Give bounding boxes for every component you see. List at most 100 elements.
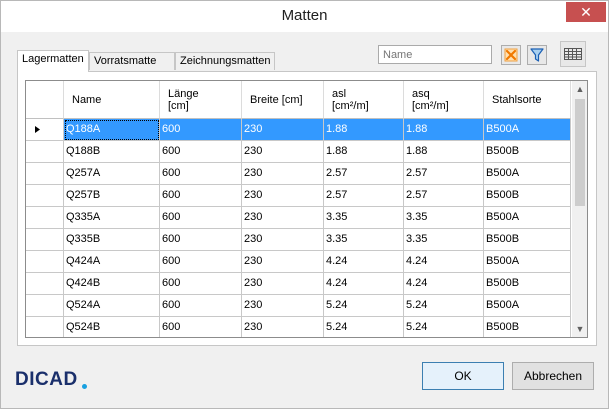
cell-stahlsorte[interactable]: B500A: [484, 295, 571, 317]
table-row[interactable]: Q424A 600 230 4.24 4.24 B500A: [26, 251, 571, 273]
cell-name[interactable]: Q257B: [64, 185, 160, 207]
cell-stahlsorte[interactable]: B500B: [484, 317, 571, 337]
cell-laenge[interactable]: 600: [160, 141, 242, 163]
cell-laenge[interactable]: 600: [160, 119, 242, 141]
table-row[interactable]: Q335A 600 230 3.35 3.35 B500A: [26, 207, 571, 229]
cell-breite[interactable]: 230: [242, 163, 324, 185]
table-row[interactable]: Q188A 600 230 1.88 1.88 B500A: [26, 119, 571, 141]
cell-asq[interactable]: 5.24: [404, 317, 484, 337]
cell-stahlsorte[interactable]: B500A: [484, 251, 571, 273]
cell-name[interactable]: Q335B: [64, 229, 160, 251]
cell-name[interactable]: Q257A: [64, 163, 160, 185]
cell-stahlsorte[interactable]: B500B: [484, 229, 571, 251]
cell-name[interactable]: Q424B: [64, 273, 160, 295]
tab-lagermatten[interactable]: Lagermatten: [17, 50, 89, 72]
row-header[interactable]: [26, 317, 64, 337]
column-header-breite[interactable]: Breite [cm]: [242, 81, 324, 119]
table-row[interactable]: Q524B 600 230 5.24 5.24 B500B: [26, 317, 571, 337]
cancel-button[interactable]: Abbrechen: [512, 362, 594, 390]
cell-breite[interactable]: 230: [242, 273, 324, 295]
scroll-up-icon[interactable]: ▲: [572, 81, 587, 97]
cell-stahlsorte[interactable]: B500A: [484, 119, 571, 141]
cell-laenge[interactable]: 600: [160, 317, 242, 337]
cell-name[interactable]: Q424A: [64, 251, 160, 273]
cell-asq[interactable]: 3.35: [404, 229, 484, 251]
table-row[interactable]: Q524A 600 230 5.24 5.24 B500A: [26, 295, 571, 317]
ok-button[interactable]: OK: [422, 362, 504, 390]
cell-name[interactable]: Q188A: [64, 119, 160, 141]
row-header[interactable]: [26, 295, 64, 317]
cell-breite[interactable]: 230: [242, 141, 324, 163]
column-header-asq[interactable]: asq [cm²/m]: [404, 81, 484, 119]
filter-button[interactable]: [527, 45, 547, 65]
cell-asl[interactable]: 2.57: [324, 163, 404, 185]
cell-laenge[interactable]: 600: [160, 207, 242, 229]
table-row[interactable]: Q257A 600 230 2.57 2.57 B500A: [26, 163, 571, 185]
clear-filter-button[interactable]: [501, 45, 521, 65]
cell-breite[interactable]: 230: [242, 119, 324, 141]
column-header-laenge[interactable]: Länge [cm]: [160, 81, 242, 119]
table-row[interactable]: Q335B 600 230 3.35 3.35 B500B: [26, 229, 571, 251]
cell-name[interactable]: Q524B: [64, 317, 160, 337]
cell-asl[interactable]: 3.35: [324, 207, 404, 229]
cell-asl[interactable]: 5.24: [324, 317, 404, 337]
cell-stahlsorte[interactable]: B500A: [484, 163, 571, 185]
cell-name[interactable]: Q524A: [64, 295, 160, 317]
cell-laenge[interactable]: 600: [160, 273, 242, 295]
cell-name[interactable]: Q188B: [64, 141, 160, 163]
table-row[interactable]: Q257B 600 230 2.57 2.57 B500B: [26, 185, 571, 207]
cell-asl[interactable]: 1.88: [324, 141, 404, 163]
table-row[interactable]: Q424B 600 230 4.24 4.24 B500B: [26, 273, 571, 295]
cell-asq[interactable]: 5.24: [404, 295, 484, 317]
cell-breite[interactable]: 230: [242, 185, 324, 207]
column-chooser-button[interactable]: [560, 41, 586, 67]
close-button[interactable]: ✕: [566, 2, 606, 22]
row-header[interactable]: [26, 185, 64, 207]
column-header-stahlsorte[interactable]: Stahlsorte: [484, 81, 571, 119]
row-header[interactable]: [26, 119, 64, 141]
cell-asl[interactable]: 4.24: [324, 273, 404, 295]
cell-breite[interactable]: 230: [242, 207, 324, 229]
row-header[interactable]: [26, 141, 64, 163]
cell-breite[interactable]: 230: [242, 317, 324, 337]
cell-asl[interactable]: 2.57: [324, 185, 404, 207]
cell-asq[interactable]: 1.88: [404, 119, 484, 141]
cell-name[interactable]: Q335A: [64, 207, 160, 229]
cell-asl[interactable]: 5.24: [324, 295, 404, 317]
row-header[interactable]: [26, 207, 64, 229]
cell-asq[interactable]: 4.24: [404, 251, 484, 273]
row-header[interactable]: [26, 229, 64, 251]
tab-zeichnungsmatten[interactable]: Zeichnungsmatten: [175, 52, 275, 70]
cell-asq[interactable]: 3.35: [404, 207, 484, 229]
cell-stahlsorte[interactable]: B500B: [484, 141, 571, 163]
cell-laenge[interactable]: 600: [160, 251, 242, 273]
cell-asq[interactable]: 2.57: [404, 163, 484, 185]
cell-breite[interactable]: 230: [242, 229, 324, 251]
table-row[interactable]: Q188B 600 230 1.88 1.88 B500B: [26, 141, 571, 163]
column-header-asl[interactable]: asl [cm²/m]: [324, 81, 404, 119]
cell-asl[interactable]: 4.24: [324, 251, 404, 273]
cell-asq[interactable]: 1.88: [404, 141, 484, 163]
cell-laenge[interactable]: 600: [160, 185, 242, 207]
cell-asl[interactable]: 3.35: [324, 229, 404, 251]
cell-laenge[interactable]: 600: [160, 295, 242, 317]
cell-laenge[interactable]: 600: [160, 163, 242, 185]
cell-stahlsorte[interactable]: B500B: [484, 185, 571, 207]
scrollbar-thumb[interactable]: [575, 99, 585, 206]
row-header[interactable]: [26, 251, 64, 273]
vertical-scrollbar[interactable]: ▲ ▼: [572, 81, 587, 337]
cell-stahlsorte[interactable]: B500A: [484, 207, 571, 229]
name-search-input[interactable]: [378, 45, 492, 64]
row-header[interactable]: [26, 163, 64, 185]
cell-breite[interactable]: 230: [242, 251, 324, 273]
cell-breite[interactable]: 230: [242, 295, 324, 317]
cell-asl[interactable]: 1.88: [324, 119, 404, 141]
cell-stahlsorte[interactable]: B500B: [484, 273, 571, 295]
row-header[interactable]: [26, 273, 64, 295]
cell-asq[interactable]: 2.57: [404, 185, 484, 207]
column-header-name[interactable]: Name: [64, 81, 160, 119]
scroll-down-icon[interactable]: ▼: [572, 321, 587, 337]
cell-asq[interactable]: 4.24: [404, 273, 484, 295]
tab-vorratsmatte[interactable]: Vorratsmatte: [89, 52, 175, 70]
cell-laenge[interactable]: 600: [160, 229, 242, 251]
